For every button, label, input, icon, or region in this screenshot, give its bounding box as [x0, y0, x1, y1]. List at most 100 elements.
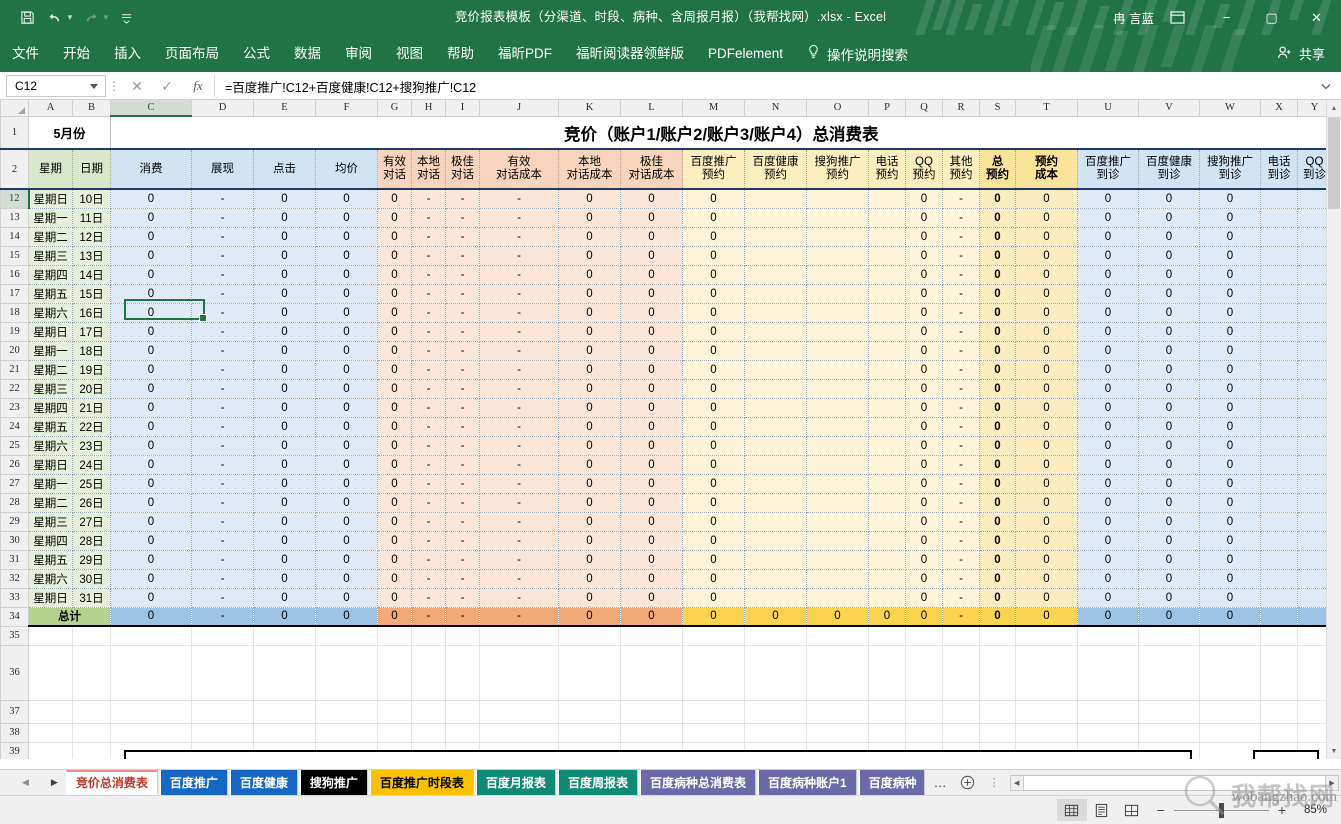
cell-H12[interactable]: - [411, 189, 446, 209]
cell-H21[interactable]: - [411, 360, 446, 380]
cell-M19[interactable]: 0 [682, 322, 745, 342]
cell-G31[interactable]: 0 [377, 550, 412, 570]
cell-Q31[interactable]: 0 [905, 550, 943, 570]
cell-M29[interactable]: 0 [682, 512, 745, 532]
cell-M35[interactable] [682, 626, 745, 646]
cell-M36[interactable] [682, 645, 745, 701]
cell-L35[interactable] [620, 626, 683, 646]
cell-B36[interactable] [72, 645, 111, 701]
cell-N30[interactable] [744, 531, 807, 551]
header-cell-B[interactable]: 日期 [72, 148, 111, 190]
cell-B22[interactable]: 20日 [72, 379, 111, 399]
cell-V29[interactable]: 0 [1138, 512, 1200, 532]
total-cell-X[interactable] [1260, 607, 1298, 627]
cell-I12[interactable]: - [445, 189, 480, 209]
cell-D22[interactable]: - [191, 379, 254, 399]
cell-B21[interactable]: 19日 [72, 360, 111, 380]
cell-Q18[interactable]: 0 [905, 303, 943, 323]
cell-N37[interactable] [744, 700, 807, 724]
cell-T22[interactable]: 0 [1015, 379, 1078, 399]
cell-C21[interactable]: 0 [110, 360, 192, 380]
cell-J18[interactable]: - [479, 303, 559, 323]
cell-D26[interactable]: - [191, 455, 254, 475]
cell-N32[interactable] [744, 569, 807, 589]
cell-J31[interactable]: - [479, 550, 559, 570]
tab-help[interactable]: 帮助 [435, 35, 486, 72]
cell-J33[interactable]: - [479, 588, 559, 608]
cell-P24[interactable] [868, 417, 906, 437]
cell-W38[interactable] [1199, 723, 1261, 743]
cell-D25[interactable]: - [191, 436, 254, 456]
cell-B37[interactable] [72, 700, 111, 724]
cell-O31[interactable] [806, 550, 869, 570]
cell-K37[interactable] [558, 700, 621, 724]
cell-C32[interactable]: 0 [110, 569, 192, 589]
cell-R14[interactable]: - [942, 227, 980, 247]
undo-icon[interactable] [42, 5, 68, 31]
cell-K35[interactable] [558, 626, 621, 646]
cell-T37[interactable] [1015, 700, 1078, 724]
cell-G16[interactable]: 0 [377, 265, 412, 285]
cell-E21[interactable]: 0 [253, 360, 316, 380]
header-cell-V[interactable]: 百度健康 到诊 [1138, 148, 1200, 190]
cell-R26[interactable]: - [942, 455, 980, 475]
cell-X31[interactable] [1260, 550, 1298, 570]
row-header-22[interactable]: 22 [0, 378, 29, 399]
cell-V30[interactable]: 0 [1138, 531, 1200, 551]
cell-I27[interactable]: - [445, 474, 480, 494]
cell-I24[interactable]: - [445, 417, 480, 437]
cell-P14[interactable] [868, 227, 906, 247]
cell-T26[interactable]: 0 [1015, 455, 1078, 475]
cell-U13[interactable]: 0 [1077, 208, 1139, 228]
total-cell-Q[interactable]: 0 [905, 607, 943, 627]
cell-N22[interactable] [744, 379, 807, 399]
cell-S23[interactable]: 0 [979, 398, 1016, 418]
cell-I25[interactable]: - [445, 436, 480, 456]
scroll-down-arrow[interactable]: ▼ [1327, 743, 1341, 759]
column-header-P[interactable]: P [868, 100, 906, 117]
cell-D27[interactable]: - [191, 474, 254, 494]
laiyuan-curve-chart[interactable]: 来院曲线图 [124, 750, 1192, 759]
cell-D36[interactable] [191, 645, 254, 701]
cell-U36[interactable] [1077, 645, 1139, 701]
header-cell-M[interactable]: 百度推广 预约 [682, 148, 745, 190]
cell-M25[interactable]: 0 [682, 436, 745, 456]
cell-W14[interactable]: 0 [1199, 227, 1261, 247]
month-label[interactable]: 5月份 [28, 116, 111, 150]
cell-I17[interactable]: - [445, 284, 480, 304]
cell-R35[interactable] [942, 626, 980, 646]
total-cell-P[interactable]: 0 [868, 607, 906, 627]
cell-Q33[interactable]: 0 [905, 588, 943, 608]
cell-X21[interactable] [1260, 360, 1298, 380]
cell-P18[interactable] [868, 303, 906, 323]
cell-H13[interactable]: - [411, 208, 446, 228]
cell-R15[interactable]: - [942, 246, 980, 266]
cell-O24[interactable] [806, 417, 869, 437]
cell-L19[interactable]: 0 [620, 322, 683, 342]
cell-T13[interactable]: 0 [1015, 208, 1078, 228]
cell-E18[interactable]: 0 [253, 303, 316, 323]
cell-M37[interactable] [682, 700, 745, 724]
cell-V31[interactable]: 0 [1138, 550, 1200, 570]
cell-F33[interactable]: 0 [315, 588, 378, 608]
cell-K30[interactable]: 0 [558, 531, 621, 551]
cell-I19[interactable]: - [445, 322, 480, 342]
row-header-31[interactable]: 31 [0, 549, 29, 570]
cell-U15[interactable]: 0 [1077, 246, 1139, 266]
cell-U26[interactable]: 0 [1077, 455, 1139, 475]
cell-Q27[interactable]: 0 [905, 474, 943, 494]
sheet-tab-baidu-tuiguang[interactable]: 百度推广 [159, 770, 228, 795]
cell-D37[interactable] [191, 700, 254, 724]
cell-X17[interactable] [1260, 284, 1298, 304]
cell-Q32[interactable]: 0 [905, 569, 943, 589]
header-cell-S[interactable]: 总预约 [979, 148, 1016, 190]
cell-F29[interactable]: 0 [315, 512, 378, 532]
cell-J32[interactable]: - [479, 569, 559, 589]
cell-O36[interactable] [806, 645, 869, 701]
cell-W35[interactable] [1199, 626, 1261, 646]
cell-O30[interactable] [806, 531, 869, 551]
cell-F17[interactable]: 0 [315, 284, 378, 304]
account-name[interactable]: 冉 言蓝 [1113, 8, 1154, 27]
cell-L30[interactable]: 0 [620, 531, 683, 551]
tab-home[interactable]: 开始 [51, 35, 102, 72]
